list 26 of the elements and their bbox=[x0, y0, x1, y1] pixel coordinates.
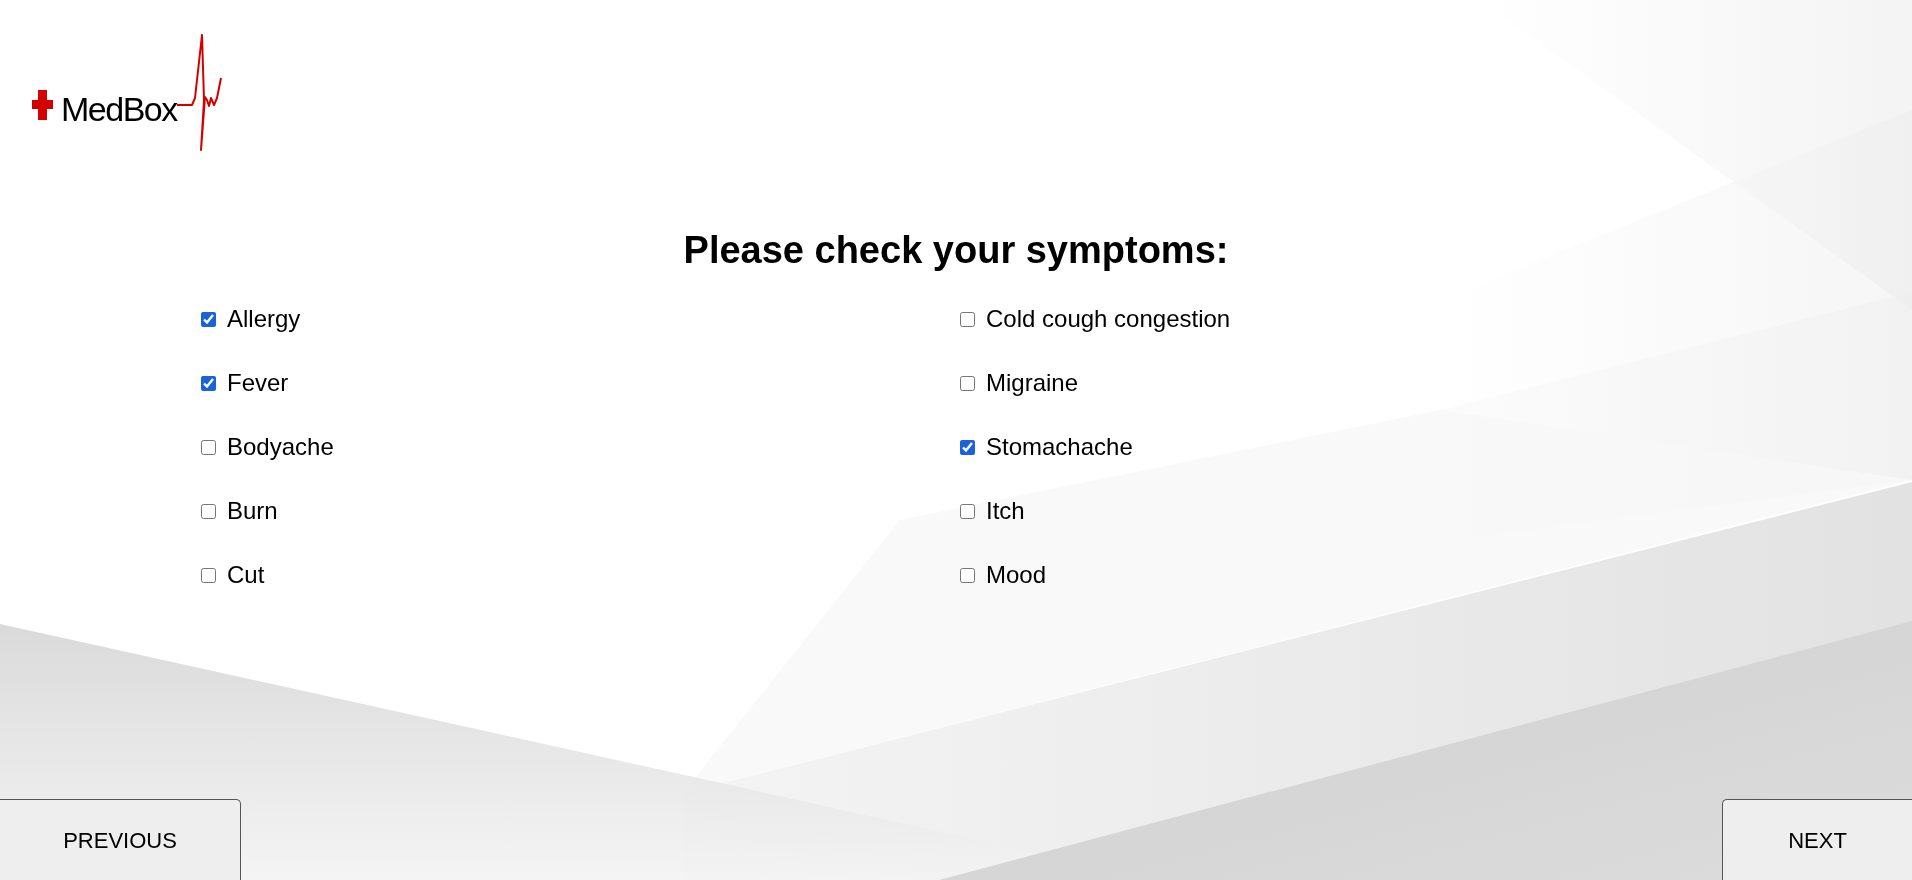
cross-icon bbox=[32, 90, 53, 120]
heartbeat-icon bbox=[176, 34, 223, 152]
checkbox-label[interactable]: Mood bbox=[986, 560, 1047, 590]
checkbox[interactable] bbox=[960, 503, 975, 519]
page-heading: Please check your symptoms: bbox=[683, 228, 1229, 273]
checkbox-label[interactable]: Bodyache bbox=[227, 432, 334, 462]
checkbox-label[interactable]: Migraine bbox=[986, 368, 1079, 398]
next-button[interactable]: NEXT bbox=[1722, 799, 1912, 880]
checkbox-label[interactable]: Itch bbox=[986, 496, 1025, 526]
checkbox-label[interactable]: Allergy bbox=[227, 304, 301, 334]
checkbox-label[interactable]: Cold cough congestion bbox=[986, 304, 1231, 334]
checkbox-label[interactable]: Fever bbox=[227, 368, 289, 398]
checkbox[interactable] bbox=[201, 439, 216, 455]
checkbox-label[interactable]: Burn bbox=[227, 496, 278, 526]
checkbox[interactable] bbox=[201, 503, 216, 519]
checkbox[interactable] bbox=[201, 375, 216, 391]
checkbox[interactable] bbox=[960, 439, 975, 455]
checkbox[interactable] bbox=[960, 311, 975, 327]
logo-text: MedBox bbox=[61, 92, 177, 126]
checkbox-label[interactable]: Stomachache bbox=[986, 432, 1133, 462]
checkbox[interactable] bbox=[960, 567, 975, 583]
checkbox[interactable] bbox=[201, 567, 216, 583]
previous-button[interactable]: PREVIOUS bbox=[0, 799, 241, 880]
checkbox-label[interactable]: Cut bbox=[227, 560, 265, 590]
checkbox[interactable] bbox=[960, 375, 975, 391]
checkbox[interactable] bbox=[201, 311, 216, 327]
